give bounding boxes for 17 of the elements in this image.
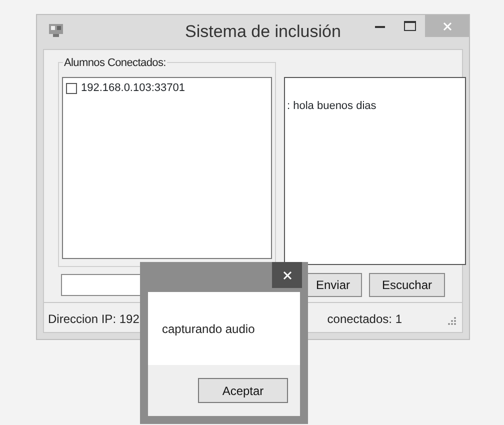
- status-text: Direccion IP: 192: [48, 310, 140, 328]
- list-item-text[interactable]: 192.168.0.103:33701: [81, 80, 185, 96]
- accept-button[interactable]: Aceptar: [198, 378, 288, 403]
- close-icon: [282, 270, 292, 280]
- close-icon: [442, 22, 452, 30]
- maximize-icon: [404, 21, 416, 31]
- resize-grip-icon[interactable]: [448, 317, 456, 325]
- minimize-icon: [375, 24, 385, 28]
- listen-button[interactable]: Escuchar: [369, 273, 445, 297]
- chat-textbox[interactable]: : hola buenos dias: [284, 77, 466, 265]
- status-text: conectados: 1: [327, 310, 402, 328]
- app-icon: [49, 24, 63, 37]
- student-list[interactable]: 192.168.0.103:33701: [62, 77, 272, 259]
- window-title: Sistema de inclusión: [185, 21, 341, 44]
- dialog-close-button[interactable]: [272, 262, 302, 288]
- dialog-message: capturando audio: [162, 320, 255, 338]
- checkbox[interactable]: [66, 82, 77, 94]
